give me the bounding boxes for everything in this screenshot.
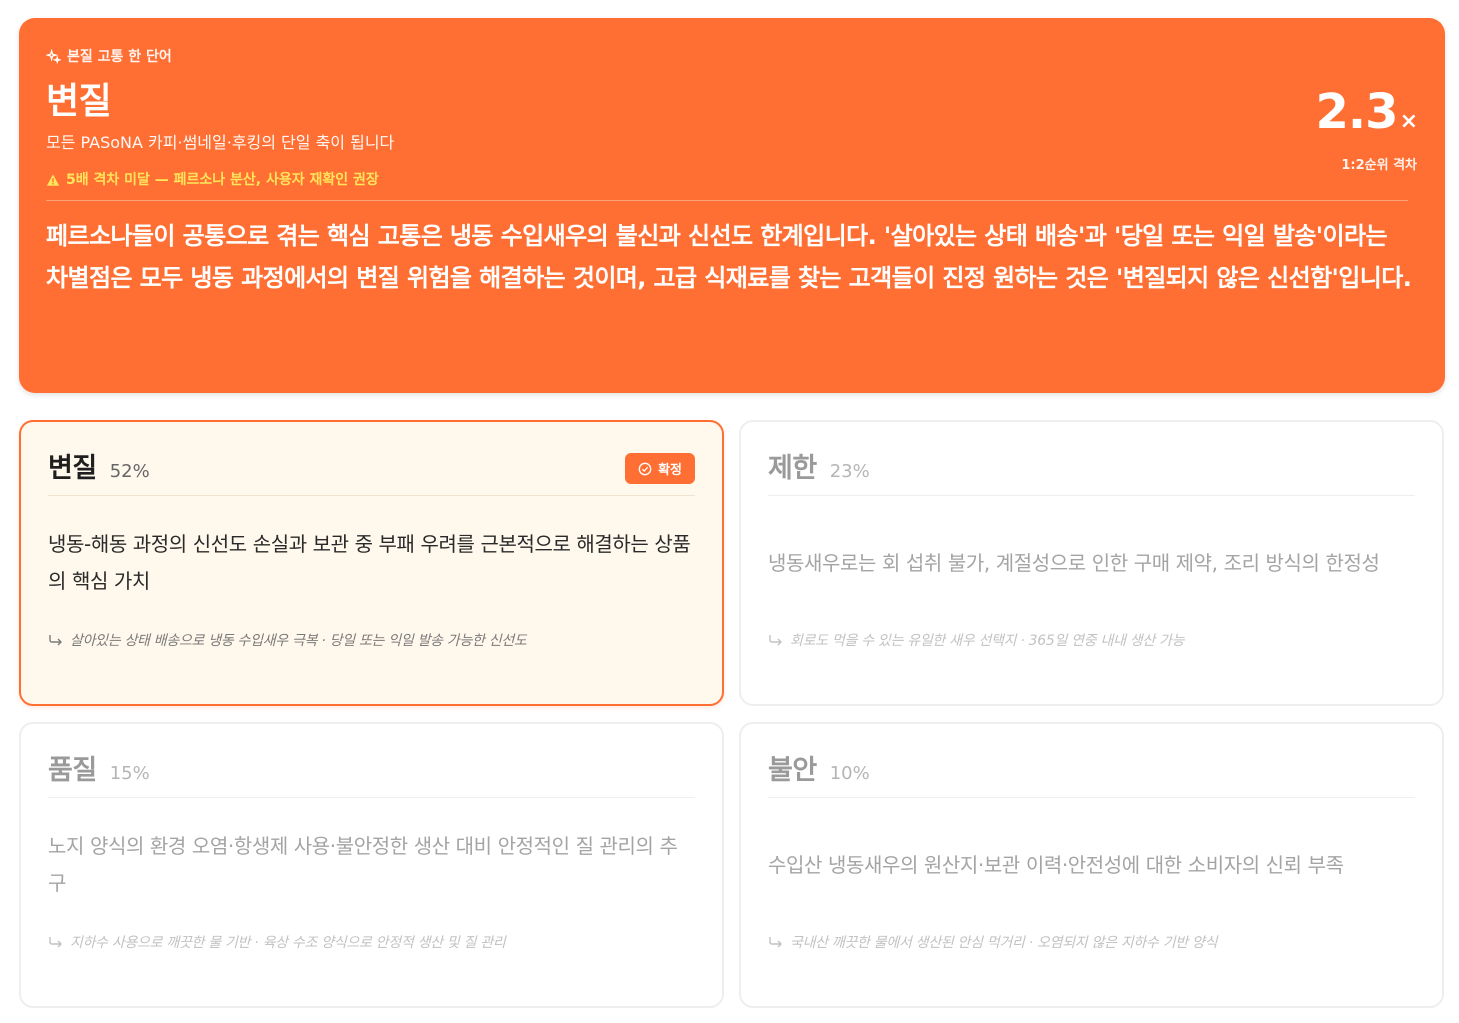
card-description: 냉동-해동 과정의 신선도 손실과 보관 중 부패 우려를 근본적으로 해결하는… — [48, 496, 695, 630]
hero-eyebrow-label: 본질 고통 한 단어 — [67, 49, 172, 65]
pain-card-active[interactable]: 변질 52% 확정 냉동-해동 과정의 신선도 손실과 보관 중 부패 우려를 … — [19, 420, 724, 706]
card-evidence-text: 국내산 깨끗한 물에서 생산된 안심 먹거리 · 오염되지 않은 지하수 기반 … — [790, 935, 1218, 951]
confirmed-badge: 확정 — [625, 453, 695, 484]
card-evidence-text: 지하수 사용으로 깨끗한 물 기반 · 육상 수조 양식으로 안정적 생산 및 … — [70, 935, 506, 951]
gap-warning-text: 5배 격차 미달 — 페르소나 분산, 사용자 재확인 권장 — [66, 172, 379, 188]
hero-divider — [46, 200, 1408, 201]
gap-warning: 5배 격차 미달 — 페르소나 분산, 사용자 재확인 권장 — [46, 170, 1417, 190]
pain-card[interactable]: 불안 10% 수입산 냉동새우의 원산지·보관 이력·안전성에 대한 소비자의 … — [739, 722, 1444, 1008]
core-pain-hero: 본질 고통 한 단어 변질 모든 PASoNA 카피·썸네일·후킹의 단일 축이… — [19, 18, 1445, 393]
pain-card[interactable]: 품질 15% 노지 양식의 환경 오염·항생제 사용·불안정한 생산 대비 안정… — [19, 722, 724, 1008]
card-description: 노지 양식의 환경 오염·항생제 사용·불안정한 생산 대비 안정적인 질 관리… — [48, 798, 695, 932]
card-description: 수입산 냉동새우의 원산지·보관 이력·안전성에 대한 소비자의 신뢰 부족 — [768, 798, 1415, 932]
card-description-text: 냉동-해동 과정의 신선도 손실과 보관 중 부패 우려를 근본적으로 해결하는… — [48, 532, 691, 593]
hero-word: 변질 — [46, 81, 112, 122]
card-evidence-text: 회로도 먹을 수 있는 유일한 새우 선택지 · 365일 연중 내내 생산 가… — [790, 633, 1185, 649]
check-circle-icon — [638, 462, 652, 475]
hero-eyebrow: 본질 고통 한 단어 — [46, 46, 1417, 66]
card-evidence-text: 살아있는 상태 배송으로 냉동 수입새우 극복 · 당일 또는 익일 발송 가능… — [70, 633, 527, 649]
gap-ratio-number: 2.3 — [1315, 84, 1399, 140]
hero-summary: 페르소나들이 공통으로 겪는 핵심 고통은 냉동 수입새우의 불신과 신선도 한… — [46, 222, 1412, 292]
card-title: 변질 — [48, 453, 97, 484]
card-header: 품질 15% — [48, 748, 695, 798]
gap-ratio: 2.3× 1:2순위 격차 — [1315, 84, 1418, 173]
card-header: 제한 23% — [768, 446, 1415, 496]
return-arrow-icon — [769, 937, 782, 948]
card-title: 제한 — [768, 453, 817, 484]
warning-icon — [46, 174, 60, 186]
card-description-text: 수입산 냉동새우의 원산지·보관 이력·안전성에 대한 소비자의 신뢰 부족 — [768, 852, 1344, 877]
card-percent: 15% — [109, 763, 150, 784]
gap-ratio-value: 2.3× — [1315, 84, 1418, 150]
card-description: 냉동새우로는 회 섭취 불가, 계절성으로 인한 구매 제약, 조리 방식의 한… — [768, 496, 1415, 630]
pain-card[interactable]: 제한 23% 냉동새우로는 회 섭취 불가, 계절성으로 인한 구매 제약, 조… — [739, 420, 1444, 706]
return-arrow-icon — [49, 635, 62, 646]
card-evidence: 회로도 먹을 수 있는 유일한 새우 선택지 · 365일 연중 내내 생산 가… — [768, 630, 1415, 650]
card-percent: 52% — [109, 461, 150, 482]
return-arrow-icon — [49, 937, 62, 948]
card-percent: 23% — [829, 461, 870, 482]
card-evidence: 살아있는 상태 배송으로 냉동 수입새우 극복 · 당일 또는 익일 발송 가능… — [48, 630, 695, 650]
gap-ratio-unit: × — [1399, 109, 1418, 134]
card-header: 불안 10% — [768, 748, 1415, 798]
gap-ratio-caption: 1:2순위 격차 — [1341, 158, 1417, 173]
hero-subtitle: 모든 PASoNA 카피·썸네일·후킹의 단일 축이 됩니다 — [46, 133, 395, 152]
card-title: 품질 — [48, 755, 97, 786]
card-description-text: 노지 양식의 환경 오염·항생제 사용·불안정한 생산 대비 안정적인 질 관리… — [48, 834, 678, 895]
confirmed-badge-label: 확정 — [658, 463, 682, 478]
card-percent: 10% — [829, 763, 870, 784]
card-evidence: 국내산 깨끗한 물에서 생산된 안심 먹거리 · 오염되지 않은 지하수 기반 … — [768, 932, 1415, 952]
sparkle-icon — [46, 48, 61, 64]
card-title: 불안 — [768, 755, 817, 786]
card-evidence: 지하수 사용으로 깨끗한 물 기반 · 육상 수조 양식으로 안정적 생산 및 … — [48, 932, 695, 952]
return-arrow-icon — [769, 635, 782, 646]
card-header: 변질 52% 확정 — [48, 446, 695, 496]
card-description-text: 냉동새우로는 회 섭취 불가, 계절성으로 인한 구매 제약, 조리 방식의 한… — [768, 550, 1380, 575]
